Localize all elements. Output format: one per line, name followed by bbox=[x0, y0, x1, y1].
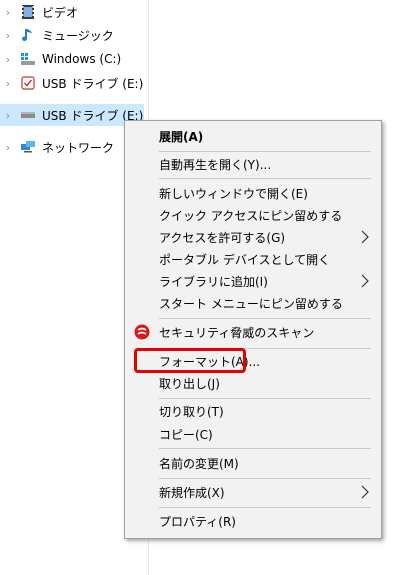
security-scan-icon bbox=[134, 324, 150, 343]
menu-item-open-portable-device[interactable]: ポータブル デバイスとして開く bbox=[125, 248, 381, 270]
usb-drive-icon bbox=[20, 75, 36, 91]
tree-item-music[interactable]: › ミュージック bbox=[0, 24, 148, 46]
menu-item-label: 切り取り(T) bbox=[159, 404, 224, 419]
menu-item-copy[interactable]: コピー(C) bbox=[125, 423, 381, 445]
chevron-right-icon[interactable]: › bbox=[2, 141, 14, 154]
music-folder-icon bbox=[20, 27, 36, 43]
menu-item-label: プロパティ(R) bbox=[159, 514, 236, 529]
tree-item-label: ネットワーク bbox=[42, 140, 115, 155]
menu-separator bbox=[159, 151, 371, 152]
menu-item-pin-start[interactable]: スタート メニューにピン留めする bbox=[125, 292, 381, 314]
menu-item-label: ライブラリに追加(I) bbox=[159, 274, 268, 289]
menu-item-label: ポータブル デバイスとして開く bbox=[159, 252, 331, 267]
menu-item-label: クイック アクセスにピン留めする bbox=[159, 208, 343, 223]
menu-item-eject[interactable]: 取り出し(J) bbox=[125, 372, 381, 394]
usb-drive-icon bbox=[20, 107, 36, 123]
tree-item-label: ビデオ bbox=[42, 5, 79, 20]
menu-item-open-new-window[interactable]: 新しいウィンドウで開く(E) bbox=[125, 182, 381, 204]
menu-item-properties[interactable]: プロパティ(R) bbox=[125, 510, 381, 532]
menu-item-expand[interactable]: 展開(A) bbox=[125, 125, 381, 147]
chevron-right-icon[interactable]: › bbox=[2, 53, 14, 66]
menu-separator bbox=[159, 398, 371, 399]
video-folder-icon bbox=[20, 4, 36, 20]
tree-item-windows-c[interactable]: › Windows (C:) bbox=[0, 48, 148, 70]
menu-separator bbox=[159, 478, 371, 479]
submenu-arrow-icon bbox=[361, 230, 369, 247]
tree-item-label: USB ドライブ (E:) bbox=[42, 76, 144, 91]
menu-separator bbox=[159, 178, 371, 179]
menu-item-pin-quick-access[interactable]: クイック アクセスにピン留めする bbox=[125, 204, 381, 226]
tree-item-label: Windows (C:) bbox=[42, 52, 122, 66]
menu-item-open-autoplay[interactable]: 自動再生を開く(Y)... bbox=[125, 153, 381, 175]
menu-item-label: アクセスを許可する(G) bbox=[159, 230, 286, 245]
menu-separator bbox=[159, 448, 371, 449]
tree-item-video[interactable]: › ビデオ bbox=[0, 1, 148, 23]
network-icon bbox=[20, 139, 36, 155]
menu-item-label: スタート メニューにピン留めする bbox=[159, 296, 343, 311]
chevron-right-icon[interactable]: › bbox=[2, 29, 14, 42]
format-highlight-box bbox=[134, 348, 246, 373]
menu-item-label: 新しいウィンドウで開く(E) bbox=[159, 186, 308, 201]
menu-item-include-in-library[interactable]: ライブラリに追加(I) bbox=[125, 270, 381, 292]
menu-item-security-scan[interactable]: セキュリティ脅威のスキャン bbox=[125, 321, 381, 343]
menu-item-label: セキュリティ脅威のスキャン bbox=[159, 325, 315, 340]
menu-separator bbox=[159, 507, 371, 508]
submenu-arrow-icon bbox=[361, 485, 369, 502]
menu-item-cut[interactable]: 切り取り(T) bbox=[125, 400, 381, 422]
submenu-arrow-icon bbox=[361, 274, 369, 291]
tree-item-usb-drive-selected[interactable]: › USB ドライブ (E:) bbox=[0, 104, 144, 126]
chevron-right-icon[interactable]: › bbox=[2, 77, 14, 90]
menu-item-label: 自動再生を開く(Y)... bbox=[159, 157, 272, 172]
menu-item-label: 名前の変更(M) bbox=[159, 456, 239, 471]
chevron-right-icon[interactable]: › bbox=[2, 6, 14, 19]
menu-item-label: コピー(C) bbox=[159, 427, 213, 442]
menu-item-label: 新規作成(X) bbox=[159, 485, 225, 500]
tree-item-label: ミュージック bbox=[42, 28, 114, 43]
context-menu: 展開(A) 自動再生を開く(Y)... 新しいウィンドウで開く(E) クイック … bbox=[124, 120, 382, 539]
tree-item-usb-drive[interactable]: › USB ドライブ (E:) bbox=[0, 72, 148, 94]
menu-separator bbox=[159, 318, 371, 319]
menu-item-label: 取り出し(J) bbox=[159, 376, 220, 391]
menu-item-new[interactable]: 新規作成(X) bbox=[125, 481, 381, 503]
menu-item-label: 展開(A) bbox=[159, 129, 204, 144]
chevron-right-icon[interactable]: › bbox=[2, 109, 14, 122]
windows-drive-icon bbox=[20, 51, 36, 67]
menu-item-rename[interactable]: 名前の変更(M) bbox=[125, 452, 381, 474]
menu-item-give-access[interactable]: アクセスを許可する(G) bbox=[125, 226, 381, 248]
